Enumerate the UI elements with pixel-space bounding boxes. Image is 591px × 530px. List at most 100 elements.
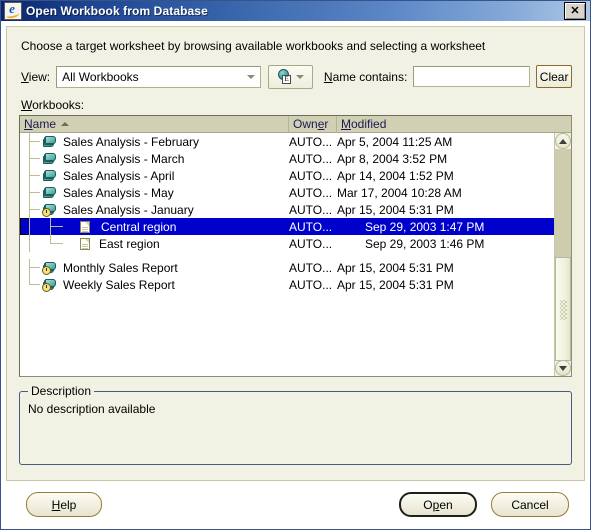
list-header: Name Owner Modified [20,116,571,133]
tree-connector [20,259,42,276]
description-group: Description No description available [19,384,572,465]
row-name-cell: Sales Analysis - February [20,133,289,150]
description-text: No description available [28,402,156,416]
row-owner-cell: AUTO... [289,219,333,234]
table-row[interactable]: Sales Analysis - March AUTO... Apr 8, 2004… [20,150,554,167]
workbook-icon [42,151,60,167]
row-name-label: Sales Analysis - May [63,185,174,200]
table-row[interactable]: Central region AUTO... Sep 29, 2003 1:47 P… [20,218,554,235]
row-name-cell: Monthly Sales Report [20,259,289,276]
row-name-cell: Sales Analysis - May [20,184,289,201]
workbook-icon [42,185,60,201]
row-modified-cell: Apr 15, 2004 5:31 PM [337,202,454,217]
tree-connector [20,218,78,235]
list-vertical-scrollbar[interactable] [554,133,571,376]
scrollbar-track[interactable] [555,149,571,361]
row-owner-cell: AUTO... [289,168,333,183]
row-modified-cell: Mar 17, 2004 10:28 AM [337,185,462,200]
content-panel: Choose a target worksheet by browsing av… [6,26,585,481]
tree-rows-container: Sales Analysis - February AUTO... Apr 5, 2… [20,133,554,376]
title-bar: e Open Workbook from Database ✕ [1,1,590,21]
view-select[interactable]: All Workbooks [56,65,262,88]
workbook-scheduled-icon [42,202,60,218]
row-name-cell: East region [20,235,289,252]
clear-button[interactable]: Clear [536,65,572,88]
worksheet-icon [78,219,96,235]
scroll-up-icon[interactable] [555,133,571,149]
description-legend: Description [28,384,95,398]
sort-ascending-icon [61,122,70,126]
row-name-label: Sales Analysis - February [63,134,200,149]
row-owner-cell: AUTO... [289,134,333,149]
view-mode-button[interactable]: E [268,64,313,89]
row-modified-cell: Apr 15, 2004 5:31 PM [337,277,454,292]
open-button[interactable]: Open [399,492,477,517]
button-bar: Help Open Cancel [6,481,585,525]
table-row[interactable]: Sales Analysis - February AUTO... Apr 5, 2… [20,133,554,150]
row-name-label: Sales Analysis - April [63,168,175,183]
column-header-modified[interactable]: Modified [337,116,571,133]
table-row[interactable]: Monthly Sales Report AUTO... Apr 15, 2004 … [20,259,554,276]
row-name-label: Sales Analysis - March [63,151,185,166]
ie-document-icon: e [4,2,22,20]
row-owner-cell: AUTO... [289,151,333,166]
chevron-down-icon [296,74,305,79]
row-owner-cell: AUTO... [289,277,333,292]
tree-connector [20,201,42,218]
instruction-text: Choose a target worksheet by browsing av… [21,39,486,53]
tree-connector [20,235,78,252]
scroll-down-icon[interactable] [555,360,571,376]
row-modified-cell: Sep 29, 2003 1:46 PM [365,236,485,251]
close-icon[interactable]: ✕ [564,2,586,20]
column-header-name-label: Name [24,117,57,131]
chevron-down-icon [242,73,260,81]
name-contains-label: Name contains: [323,69,408,84]
view-label: View: [21,69,51,84]
tree-connector [20,184,42,201]
table-row[interactable]: Sales Analysis - May AUTO... Mar 17, 2004 … [20,184,554,201]
name-contains-input[interactable] [413,66,531,87]
tree-group-spacer [20,252,554,259]
workbooks-list: Name Owner Modified Sales Analysis - Feb… [19,115,572,377]
row-name-cell: Sales Analysis - January [20,201,289,218]
workbook-scheduled-icon [42,277,60,293]
row-modified-cell: Sep 29, 2003 1:47 PM [365,219,485,234]
dialog-body: Choose a target worksheet by browsing av… [1,21,590,529]
window-title: Open Workbook from Database [26,4,208,18]
row-modified-cell: Apr 14, 2004 1:52 PM [337,168,454,183]
tree-connector [20,276,42,293]
row-modified-cell: Apr 5, 2004 11:25 AM [337,134,453,149]
column-header-owner[interactable]: Owner [289,116,337,133]
help-button[interactable]: Help [26,492,102,517]
row-name-label: Monthly Sales Report [63,260,178,275]
row-name-cell: Sales Analysis - April [20,167,289,184]
row-owner-cell: AUTO... [289,260,333,275]
workbooks-label: Workbooks: [21,98,85,112]
column-header-name[interactable]: Name [20,116,289,133]
tree-connector [20,150,42,167]
table-row[interactable]: Weekly Sales Report AUTO... Apr 15, 2004 5… [20,276,554,293]
scrollbar-thumb[interactable] [555,257,571,361]
tree-connector [20,167,42,184]
row-modified-cell: Apr 15, 2004 5:31 PM [337,260,454,275]
row-owner-cell: AUTO... [289,236,333,251]
cancel-button[interactable]: Cancel [491,492,569,517]
row-name-cell: Sales Analysis - March [20,150,289,167]
workbook-icon [42,168,60,184]
view-select-value: All Workbooks [62,69,139,84]
table-row[interactable]: Sales Analysis - April AUTO... Apr 14, 200… [20,167,554,184]
filter-toolbar: View: All Workbooks E Name contains: Cle… [21,64,572,89]
open-workbook-dialog: e Open Workbook from Database ✕ Choose a… [0,0,591,530]
workbook-icon [42,134,60,150]
row-name-label: Central region [101,219,177,234]
row-name-cell: Weekly Sales Report [20,276,289,293]
worksheet-icon [78,236,96,252]
globe-e-icon: E [277,68,293,85]
row-owner-cell: AUTO... [289,185,333,200]
tree-connector [20,133,42,150]
row-name-label: Sales Analysis - January [63,202,194,217]
table-row[interactable]: Sales Analysis - January AUTO... Apr 15, 2… [20,201,554,218]
table-row[interactable]: East region AUTO... Sep 29, 2003 1:46 PM [20,235,554,252]
row-name-cell: Central region [20,218,289,235]
row-owner-cell: AUTO... [289,202,333,217]
